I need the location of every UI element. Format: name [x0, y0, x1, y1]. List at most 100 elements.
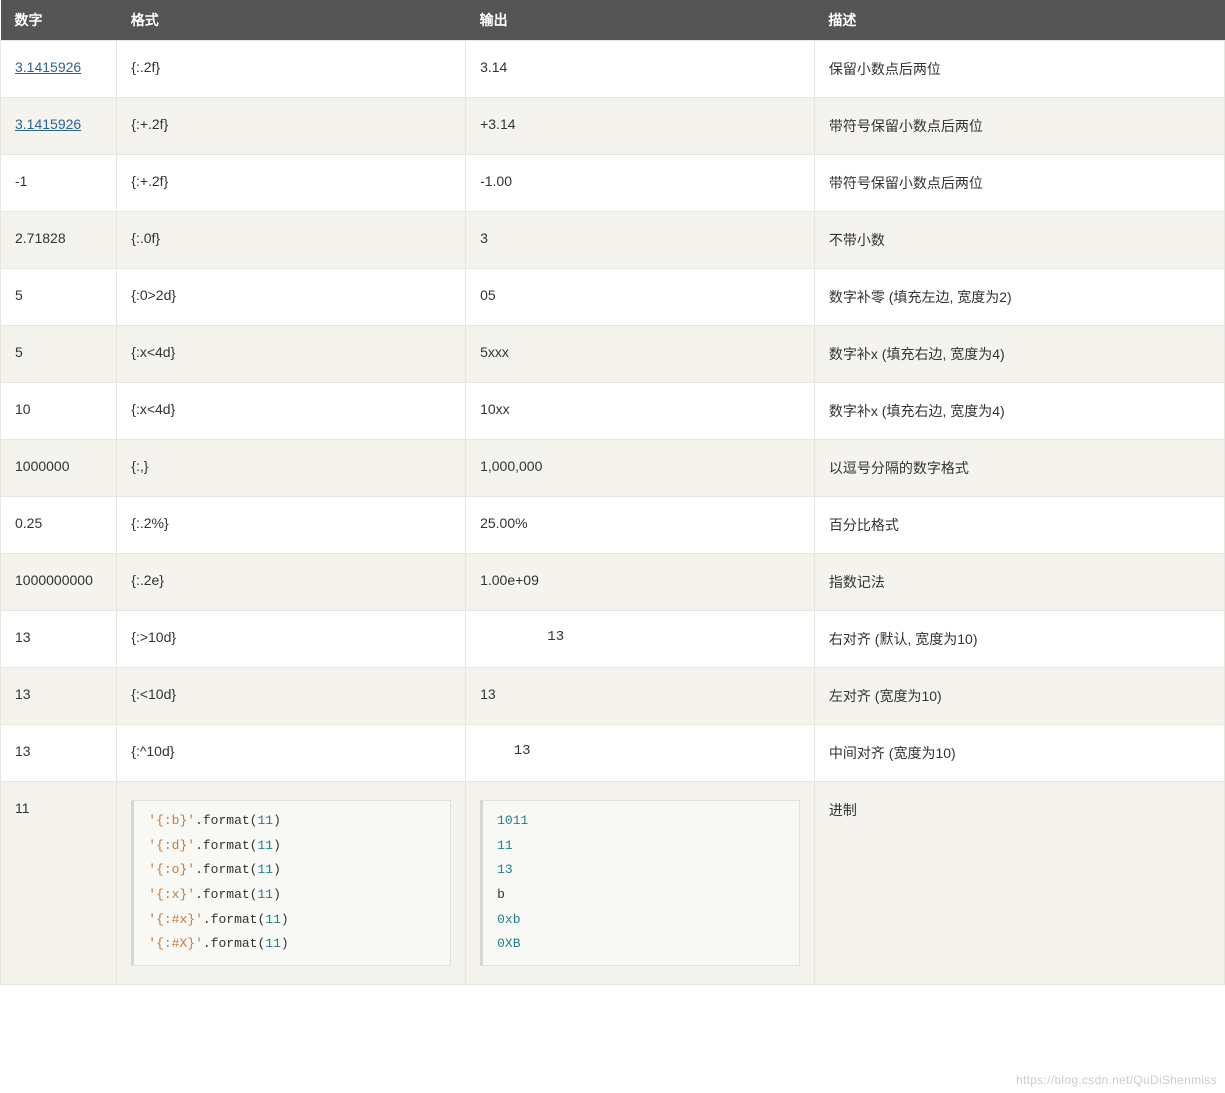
cell-number: 2.71828 [1, 212, 117, 269]
cell-format: {:>10d} [117, 611, 466, 668]
code-func: .format( [195, 813, 257, 828]
cell-number: 3.1415926 [1, 98, 117, 155]
table-header-row: 数字 格式 输出 描述 [1, 0, 1225, 41]
code-string: '{:#x}' [148, 912, 203, 927]
code-string: '{:d}' [148, 838, 195, 853]
cell-description: 数字补零 (填充左边, 宽度为2) [814, 269, 1224, 326]
cell-output: 1,000,000 [466, 440, 815, 497]
cell-number: 3.1415926 [1, 41, 117, 98]
cell-format: {:.0f} [117, 212, 466, 269]
cell-output-code: 1011 11 13 b 0xb 0XB [466, 782, 815, 985]
cell-number: 0.25 [1, 497, 117, 554]
code-line: '{:#x}'.format(11) [148, 908, 436, 933]
header-output: 输出 [466, 0, 815, 41]
table-row: 0.25{:.2%}25.00%百分比格式 [1, 497, 1225, 554]
cell-output: 05 [466, 269, 815, 326]
cell-format: {:^10d} [117, 725, 466, 782]
code-output-value: 1011 [497, 813, 528, 828]
code-line: 0XB [497, 932, 785, 957]
code-close: ) [273, 838, 281, 853]
table-row: 1000000{:,}1,000,000以逗号分隔的数字格式 [1, 440, 1225, 497]
cell-number: 1000000 [1, 440, 117, 497]
cell-output: 25.00% [466, 497, 815, 554]
code-arg: 11 [258, 838, 274, 853]
cell-description: 中间对齐 (宽度为10) [814, 725, 1224, 782]
code-string: '{:x}' [148, 887, 195, 902]
format-table: 数字 格式 输出 描述 3.1415926{:.2f}3.14保留小数点后两位3… [0, 0, 1225, 985]
cell-output: 13 [466, 668, 815, 725]
cell-description: 指数记法 [814, 554, 1224, 611]
cell-number: 5 [1, 326, 117, 383]
cell-description: 带符号保留小数点后两位 [814, 98, 1224, 155]
cell-description: 左对齐 (宽度为10) [814, 668, 1224, 725]
cell-number: 13 [1, 668, 117, 725]
cell-output: 10xx [466, 383, 815, 440]
table-row: 13{:^10d} 13中间对齐 (宽度为10) [1, 725, 1225, 782]
cell-description: 以逗号分隔的数字格式 [814, 440, 1224, 497]
code-close: ) [281, 912, 289, 927]
table-row: 3.1415926 {:+.2f}+3.14带符号保留小数点后两位 [1, 98, 1225, 155]
table-row-code: 11'{:b}'.format(11)'{:d}'.format(11)'{:o… [1, 782, 1225, 985]
code-close: ) [273, 862, 281, 877]
code-output-value: 0xb [497, 912, 520, 927]
cell-output: -1.00 [466, 155, 815, 212]
code-line: '{:x}'.format(11) [148, 883, 436, 908]
table-row: 1000000000{:.2e}1.00e+09指数记法 [1, 554, 1225, 611]
cell-description: 右对齐 (默认, 宽度为10) [814, 611, 1224, 668]
code-func: .format( [195, 862, 257, 877]
code-line: '{:d}'.format(11) [148, 834, 436, 859]
cell-output: 3.14 [466, 41, 815, 98]
cell-output: 13 [466, 611, 815, 668]
cell-description: 数字补x (填充右边, 宽度为4) [814, 326, 1224, 383]
cell-description: 数字补x (填充右边, 宽度为4) [814, 383, 1224, 440]
cell-description: 保留小数点后两位 [814, 41, 1224, 98]
cell-format: {:+.2f} [117, 155, 466, 212]
code-line: 0xb [497, 908, 785, 933]
cell-format-code: '{:b}'.format(11)'{:d}'.format(11)'{:o}'… [117, 782, 466, 985]
header-format: 格式 [117, 0, 466, 41]
cell-description: 不带小数 [814, 212, 1224, 269]
table-row: 5{:0>2d}05数字补零 (填充左边, 宽度为2) [1, 269, 1225, 326]
number-link[interactable]: 3.1415926 [15, 116, 81, 132]
code-arg: 11 [258, 887, 274, 902]
code-arg: 11 [258, 813, 274, 828]
code-arg: 11 [265, 936, 281, 951]
table-row: 13{:>10d} 13右对齐 (默认, 宽度为10) [1, 611, 1225, 668]
number-link[interactable]: 3.1415926 [15, 59, 81, 75]
table-row: 13{:<10d}13左对齐 (宽度为10) [1, 668, 1225, 725]
code-string: '{:o}' [148, 862, 195, 877]
code-output-value: 0XB [497, 936, 520, 951]
cell-number: 11 [1, 782, 117, 985]
watermark-text: https://blog.csdn.net/QuDiShenmiss [1016, 1073, 1217, 1087]
code-box-output: 1011 11 13 b 0xb 0XB [480, 800, 800, 966]
code-line: 11 [497, 834, 785, 859]
code-box-format: '{:b}'.format(11)'{:d}'.format(11)'{:o}'… [131, 800, 451, 966]
code-arg: 11 [258, 862, 274, 877]
cell-format: {:+.2f} [117, 98, 466, 155]
table-row: 3.1415926{:.2f}3.14保留小数点后两位 [1, 41, 1225, 98]
cell-description: 百分比格式 [814, 497, 1224, 554]
cell-output: 1.00e+09 [466, 554, 815, 611]
cell-format: {:.2%} [117, 497, 466, 554]
code-string: '{:#X}' [148, 936, 203, 951]
code-output-value: b [497, 887, 505, 902]
cell-format: {:x<4d} [117, 383, 466, 440]
cell-number: 13 [1, 611, 117, 668]
cell-format: {:.2e} [117, 554, 466, 611]
cell-output: 13 [466, 725, 815, 782]
cell-number: 13 [1, 725, 117, 782]
table-row: 2.71828{:.0f}3不带小数 [1, 212, 1225, 269]
code-line: 13 [497, 858, 785, 883]
code-line: '{:#X}'.format(11) [148, 932, 436, 957]
cell-number: 1000000000 [1, 554, 117, 611]
code-line: 1011 [497, 809, 785, 834]
cell-format: {:0>2d} [117, 269, 466, 326]
code-line: '{:b}'.format(11) [148, 809, 436, 834]
cell-number: -1 [1, 155, 117, 212]
cell-output: +3.14 [466, 98, 815, 155]
code-func: .format( [203, 912, 265, 927]
code-line: '{:o}'.format(11) [148, 858, 436, 883]
header-number: 数字 [1, 0, 117, 41]
code-output-value: 13 [497, 862, 513, 877]
header-description: 描述 [814, 0, 1224, 41]
